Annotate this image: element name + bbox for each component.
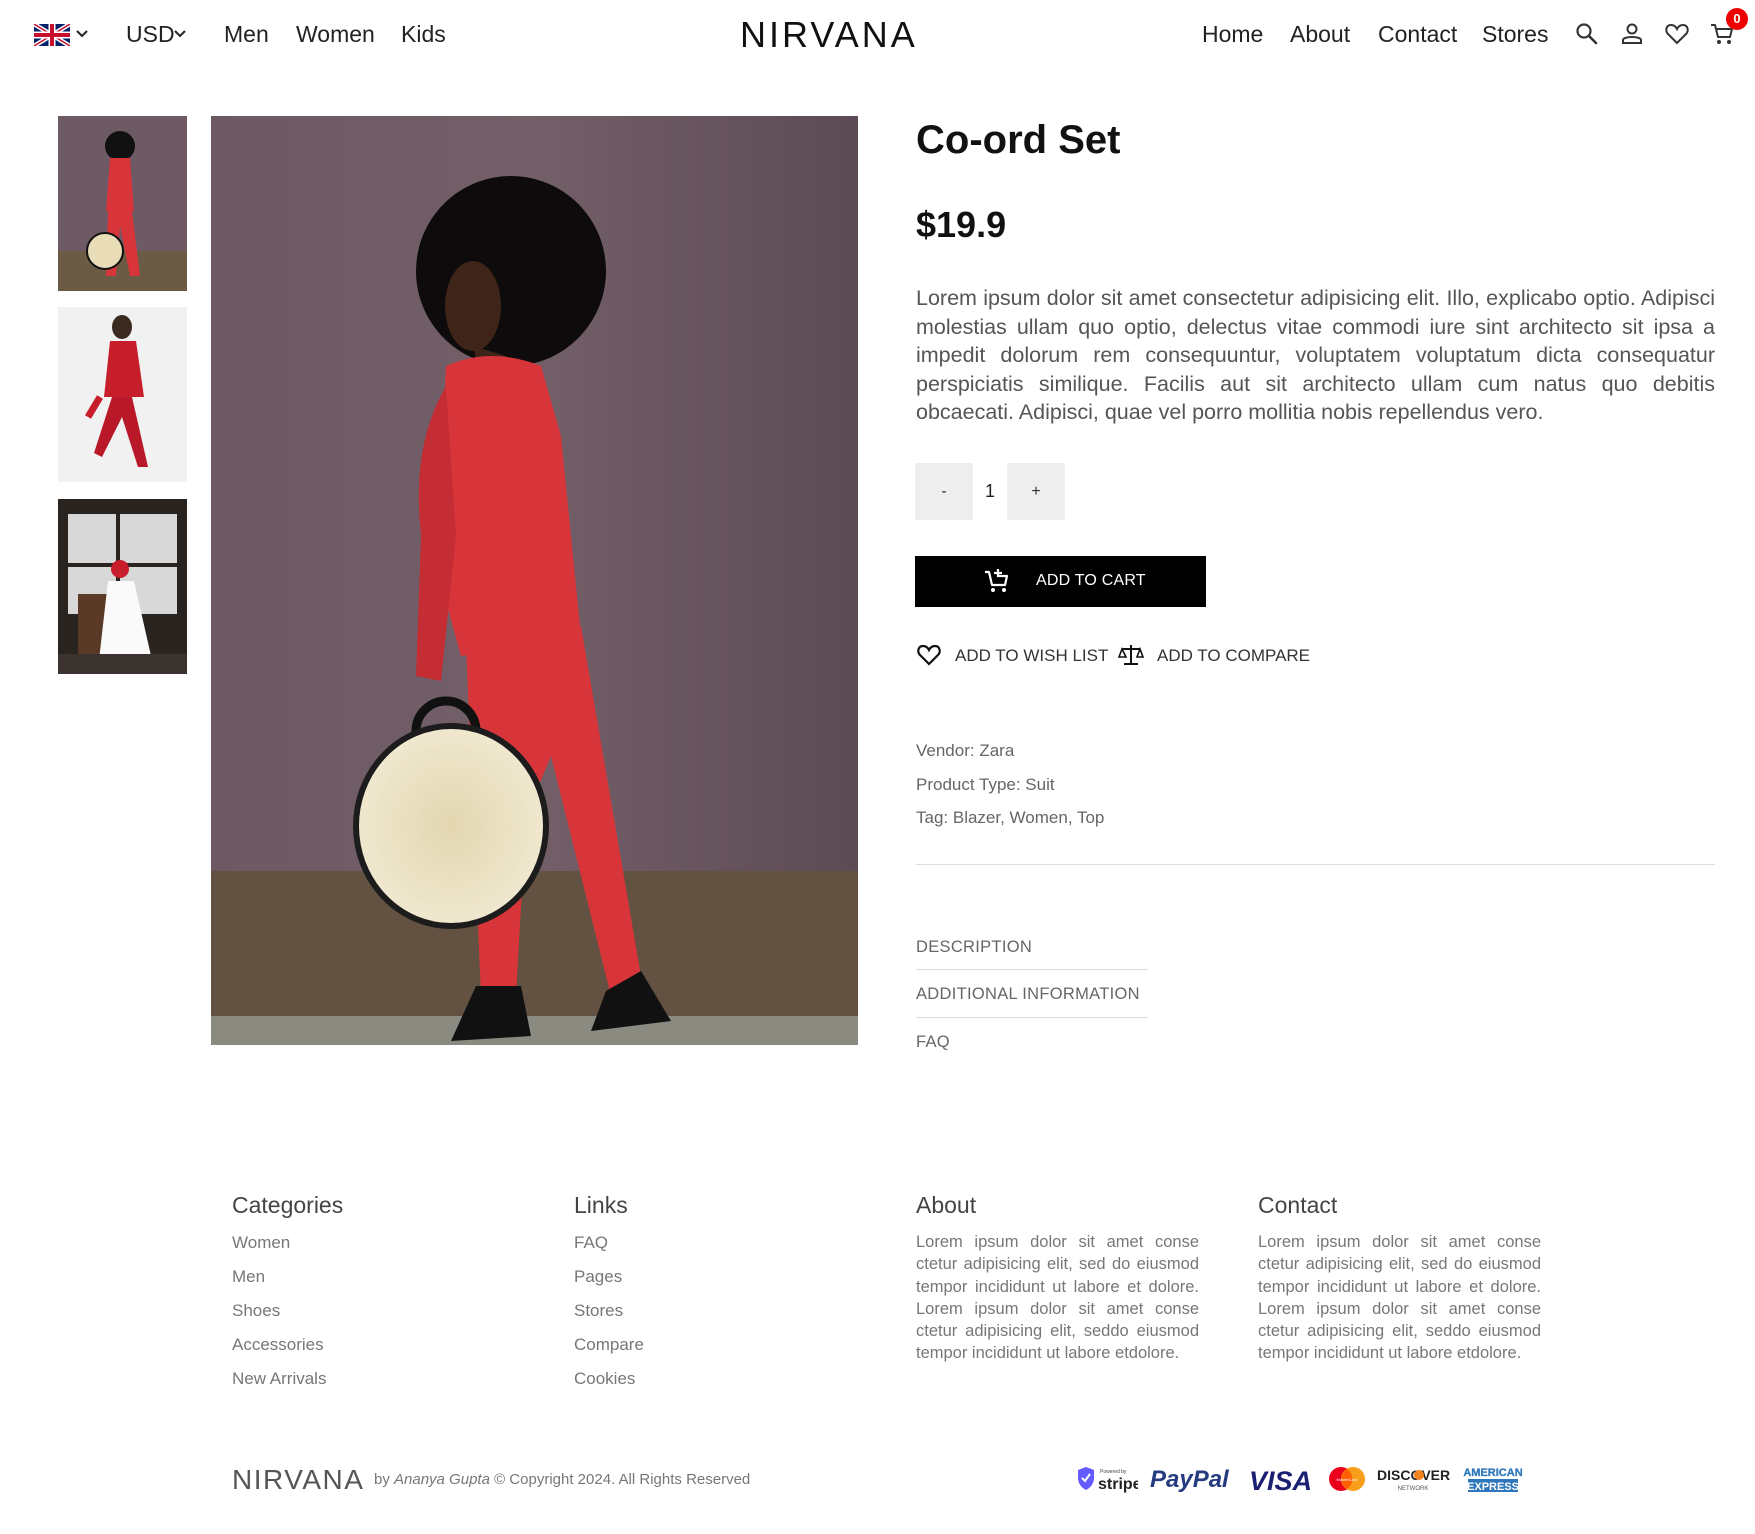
paypal-logo: PayPal [1150,1466,1230,1493]
chevron-down-icon[interactable] [173,27,187,41]
add-to-cart-icon [985,569,1009,592]
nav-stores[interactable]: Stores [1482,21,1548,48]
uk-flag-icon[interactable] [34,24,70,46]
quantity-decrease-button[interactable]: - [915,463,973,520]
add-to-compare-label: ADD TO COMPARE [1157,646,1311,665]
mastercard-logo: MasterCard [1329,1467,1365,1491]
amex-logo: AMERICAN EXPRESS [1463,1467,1523,1493]
footer-link-shoes[interactable]: Shoes [232,1301,280,1321]
product-vendor: Vendor: Zara [916,741,1015,760]
add-to-wishlist-label: ADD TO WISH LIST [955,646,1109,665]
scale-icon [1118,645,1144,665]
heart-icon[interactable] [1664,21,1690,47]
footer-logo[interactable]: NIRVANA [232,1464,364,1496]
footer-link-pages[interactable]: Pages [574,1267,622,1287]
tab-divider [916,1017,1148,1018]
footer-link-women[interactable]: Women [232,1233,290,1253]
add-to-cart-button[interactable]: ADD TO CART [915,556,1206,607]
quantity-value[interactable]: 1 [974,463,1006,520]
add-to-wishlist-button[interactable]: ADD TO WISH LIST [916,640,1108,670]
footer-about-text: Lorem ipsum dolor sit amet conse ctetur … [916,1233,1199,1363]
product-title: Co-ord Set [916,118,1121,162]
copyright-prefix: by [374,1471,395,1488]
discover-logo: DISCOVER NETWORK [1377,1467,1450,1492]
author-name: Ananya Gupta [394,1471,490,1488]
footer-link-stores[interactable]: Stores [574,1301,623,1321]
footer-links-title: Links [574,1192,628,1218]
discover-sub: NETWORK [1398,1486,1429,1492]
mastercard-text: MasterCard [1337,1477,1358,1482]
thumbnail-2[interactable] [58,307,187,482]
chevron-down-icon[interactable] [75,27,89,41]
product-price: $19.9 [916,204,1007,245]
discover-text: DISCOVER [1377,1467,1450,1483]
footer-contact-text: Lorem ipsum dolor sit amet conse ctetur … [1258,1233,1541,1363]
footer-about-title: About [916,1192,977,1218]
currency-selector[interactable]: USD [126,21,175,48]
tab-faq[interactable]: FAQ [916,1033,1148,1052]
stripe-small: Powered by [1100,1469,1127,1475]
nav-kids[interactable]: Kids [401,21,446,48]
footer-copyright: by Ananya Gupta © Copyright 2024. All Ri… [374,1471,750,1488]
footer-link-compare[interactable]: Compare [574,1335,644,1355]
heart-icon [917,644,941,666]
paypal-text: PayPal [1150,1466,1230,1493]
nav-men[interactable]: Men [224,21,269,48]
nav-about[interactable]: About [1290,21,1350,48]
nav-contact[interactable]: Contact [1378,21,1457,48]
add-to-compare-button[interactable]: ADD TO COMPARE [1118,640,1311,670]
user-icon[interactable] [1619,21,1645,47]
footer-contact-title: Contact [1258,1192,1338,1218]
stripe-logo: Powered by stripe [1078,1467,1138,1493]
thumbnail-1[interactable] [58,116,187,291]
visa-text: VISA [1249,1466,1312,1496]
nav-women[interactable]: Women [296,21,375,48]
footer-link-cookies[interactable]: Cookies [574,1369,635,1389]
amex-line-1: AMERICAN [1463,1467,1522,1479]
visa-logo: VISA [1249,1466,1312,1496]
stripe-text: stripe [1098,1476,1138,1493]
product-tags: Tag: Blazer, Women, Top [916,808,1105,827]
footer-link-new-arrivals[interactable]: New Arrivals [232,1369,326,1389]
main-product-image [211,116,858,1045]
tab-description[interactable]: DESCRIPTION [916,938,1148,957]
footer-categories-title: Categories [232,1192,344,1218]
footer-link-accessories[interactable]: Accessories [232,1335,324,1355]
copyright-suffix: © Copyright 2024. All Rights Reserved [489,1471,751,1488]
thumbnail-3[interactable] [58,499,187,674]
amex-line-2: EXPRESS [1467,1481,1519,1493]
tab-divider [916,969,1148,970]
site-header: USD Men Women Kids NIRVANA Home About Co… [0,0,1755,72]
search-icon[interactable] [1574,21,1600,47]
quantity-increase-button[interactable]: + [1007,463,1065,520]
site-logo[interactable]: NIRVANA [740,14,918,56]
cart-count-badge: 0 [1726,8,1748,30]
footer-link-faq[interactable]: FAQ [574,1233,608,1253]
product-description: Lorem ipsum dolor sit amet consectetur a… [916,286,1715,425]
product-type: Product Type: Suit [916,775,1055,794]
nav-home[interactable]: Home [1202,21,1263,48]
footer-link-men[interactable]: Men [232,1267,265,1287]
divider [916,864,1715,865]
add-to-cart-label: ADD TO CART [1036,572,1146,589]
tab-additional-information[interactable]: ADDITIONAL INFORMATION [916,985,1148,1004]
